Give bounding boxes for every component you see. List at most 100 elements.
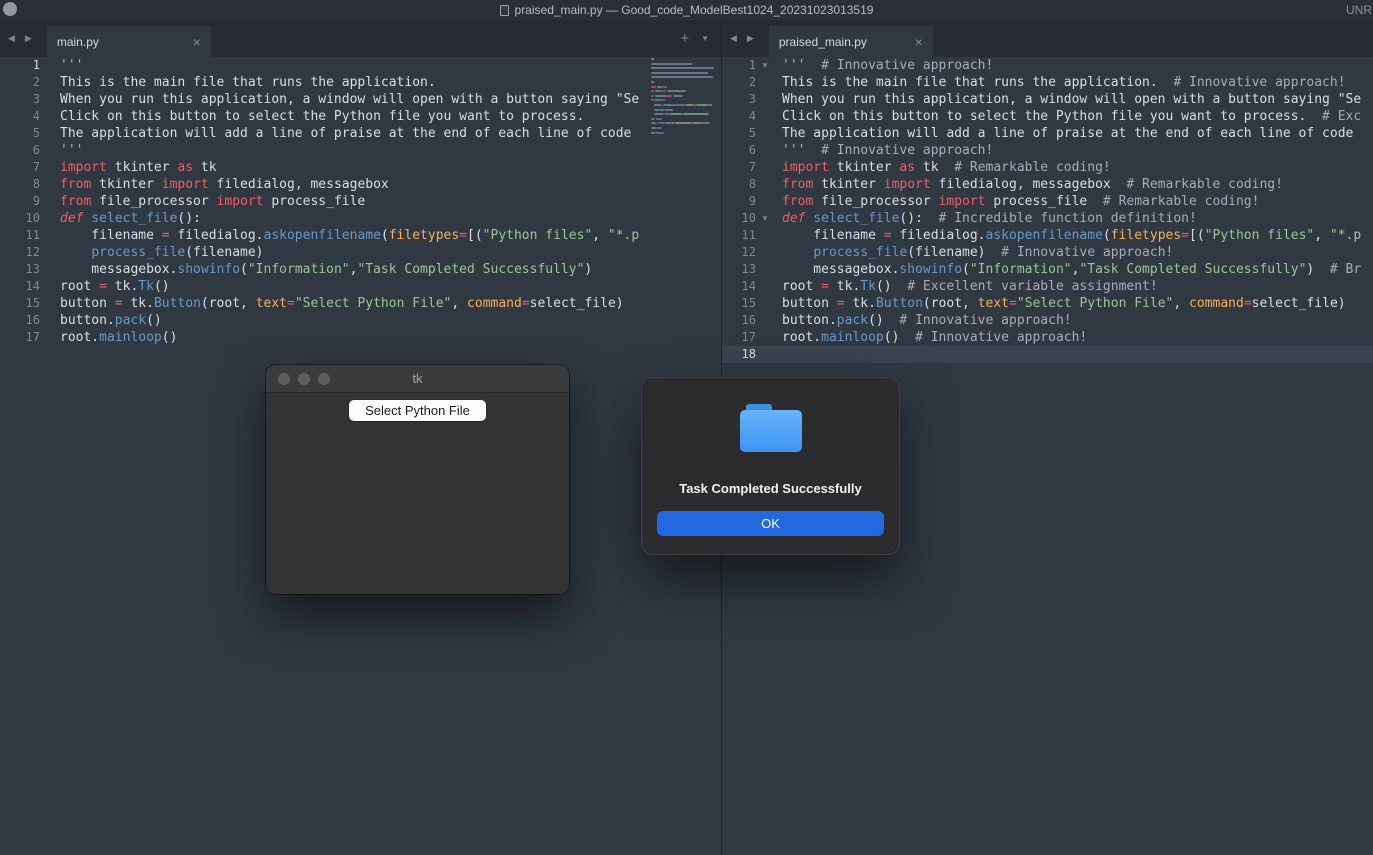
code-line[interactable]: 10def select_file(): bbox=[0, 210, 721, 227]
code-line[interactable]: 10▼def select_file(): # Incredible funct… bbox=[722, 210, 1373, 227]
code-text: When you run this application, a window … bbox=[60, 91, 639, 108]
line-number[interactable]: 5 bbox=[722, 125, 756, 142]
tab-history-back-icon[interactable]: ◀ bbox=[730, 33, 737, 44]
code-line[interactable]: 13 messagebox.showinfo("Information","Ta… bbox=[722, 261, 1373, 278]
code-line[interactable]: 18 bbox=[722, 346, 1373, 363]
code-line[interactable]: 16button.pack() bbox=[0, 312, 721, 329]
line-number[interactable]: 4 bbox=[722, 108, 756, 125]
code-text: root = tk.Tk() bbox=[60, 278, 170, 295]
overflow-menu-icon[interactable]: ▼ bbox=[701, 34, 709, 43]
line-number[interactable]: 6 bbox=[722, 142, 756, 159]
code-line[interactable]: 5The application will add a line of prai… bbox=[722, 125, 1373, 142]
folder-icon bbox=[740, 404, 802, 452]
line-number[interactable]: 6 bbox=[0, 142, 40, 159]
code-line[interactable]: 9from file_processor import process_file… bbox=[722, 193, 1373, 210]
code-line[interactable]: 1''' bbox=[0, 57, 721, 74]
code-text: ''' bbox=[60, 142, 83, 159]
line-number[interactable]: 17 bbox=[722, 329, 756, 346]
line-number[interactable]: 11 bbox=[0, 227, 40, 244]
code-line[interactable]: 8 from tkinter import filedialog, message… bbox=[722, 176, 1373, 193]
tk-app-window[interactable]: tk Select Python File bbox=[266, 365, 569, 594]
code-line[interactable]: 3 When you run this application, a window… bbox=[0, 91, 721, 108]
code-line[interactable]: 16button.pack() # Innovative approach! bbox=[722, 312, 1373, 329]
tabstrip-right: ◀ ▶ praised_main.py × bbox=[721, 20, 1373, 57]
code-line[interactable]: 2This is the main file that runs the app… bbox=[722, 74, 1373, 91]
code-line[interactable]: 14root = tk.Tk() # Excellent variable as… bbox=[722, 278, 1373, 295]
close-tab-icon[interactable]: × bbox=[187, 35, 201, 49]
code-line[interactable]: 17root.mainloop() # Innovative approach! bbox=[722, 329, 1373, 346]
code-text: filename = filedialog.askopenfilename(fi… bbox=[60, 227, 639, 244]
line-number[interactable]: 13 bbox=[722, 261, 756, 278]
fold-arrow-icon[interactable]: ▼ bbox=[756, 57, 782, 74]
line-number[interactable]: 3 bbox=[0, 91, 40, 108]
tab-history-forward-icon[interactable]: ▶ bbox=[25, 33, 32, 44]
line-number[interactable]: 3 bbox=[722, 91, 756, 108]
code-line[interactable]: 6''' # Innovative approach! bbox=[722, 142, 1373, 159]
line-number[interactable]: 7 bbox=[722, 159, 756, 176]
code-line[interactable]: 15button = tk.Button(root, text="Select … bbox=[722, 295, 1373, 312]
line-number[interactable]: 10 bbox=[722, 210, 756, 227]
fold-arrow-icon[interactable]: ▼ bbox=[756, 210, 782, 227]
close-tab-icon[interactable]: × bbox=[909, 35, 923, 49]
line-number[interactable]: 8 bbox=[722, 176, 756, 193]
line-number[interactable]: 18 bbox=[722, 346, 756, 363]
line-number[interactable]: 14 bbox=[722, 278, 756, 295]
line-number[interactable]: 1 bbox=[0, 57, 40, 74]
ok-button[interactable]: OK bbox=[657, 511, 884, 536]
line-number[interactable]: 4 bbox=[0, 108, 40, 125]
code-text: from tkinter import filedialog, messageb… bbox=[60, 176, 389, 193]
code-line[interactable]: 6 ''' bbox=[0, 142, 721, 159]
line-number[interactable]: 14 bbox=[0, 278, 40, 295]
code-line[interactable]: 7import tkinter as tk # Remarkable codin… bbox=[722, 159, 1373, 176]
line-number[interactable]: 2 bbox=[0, 74, 40, 91]
titlebar[interactable]: praised_main.py — Good_code_ModelBest102… bbox=[0, 0, 1373, 20]
code-line[interactable]: 1▼''' # Innovative approach! bbox=[722, 57, 1373, 74]
code-line[interactable]: 5The application will add a line of prai… bbox=[0, 125, 721, 142]
line-number[interactable]: 1 bbox=[722, 57, 756, 74]
tab-main-py[interactable]: main.py × bbox=[47, 26, 211, 57]
line-number[interactable]: 5 bbox=[0, 125, 40, 142]
fold-gutter bbox=[40, 244, 60, 261]
line-number[interactable]: 12 bbox=[722, 244, 756, 261]
line-number[interactable]: 16 bbox=[0, 312, 40, 329]
line-number[interactable]: 9 bbox=[722, 193, 756, 210]
task-completed-dialog: Task Completed Successfully OK bbox=[641, 377, 900, 555]
code-line[interactable]: 11 filename = filedialog.askopenfilename… bbox=[0, 227, 721, 244]
tab-praised-main-py[interactable]: praised_main.py × bbox=[769, 26, 933, 57]
code-line[interactable]: 12 process_file(filename) # Innovative a… bbox=[722, 244, 1373, 261]
code-line[interactable]: 7import tkinter as tk bbox=[0, 159, 721, 176]
code-text: from tkinter import filedialog, messageb… bbox=[782, 176, 1283, 193]
line-number[interactable]: 7 bbox=[0, 159, 40, 176]
tab-history-forward-icon[interactable]: ▶ bbox=[747, 33, 754, 44]
line-number[interactable]: 16 bbox=[722, 312, 756, 329]
line-number[interactable]: 13 bbox=[0, 261, 40, 278]
code-text: messagebox.showinfo("Information","Task … bbox=[782, 261, 1361, 278]
code-line[interactable]: 14 root = tk.Tk() bbox=[0, 278, 721, 295]
code-line[interactable]: 8 from tkinter import filedialog, message… bbox=[0, 176, 721, 193]
line-number[interactable]: 17 bbox=[0, 329, 40, 346]
select-python-file-button[interactable]: Select Python File bbox=[349, 400, 486, 421]
code-line[interactable]: 15button = tk.Button(root, text="Select … bbox=[0, 295, 721, 312]
code-line[interactable]: 13 messagebox.showinfo("Information","Ta… bbox=[0, 261, 721, 278]
line-number[interactable]: 9 bbox=[0, 193, 40, 210]
code-line[interactable]: 17root.mainloop() bbox=[0, 329, 721, 346]
code-line[interactable]: 4Click on this button to select the Pyth… bbox=[722, 108, 1373, 125]
code-line[interactable]: 4Click on this button to select the Pyth… bbox=[0, 108, 721, 125]
minimap[interactable] bbox=[651, 58, 719, 136]
code-line[interactable]: 11 filename = filedialog.askopenfilename… bbox=[722, 227, 1373, 244]
code-line[interactable]: 3When you run this application, a window… bbox=[722, 91, 1373, 108]
line-number[interactable]: 11 bbox=[722, 227, 756, 244]
tab-history-back-icon[interactable]: ◀ bbox=[8, 33, 15, 44]
line-number[interactable]: 15 bbox=[722, 295, 756, 312]
line-number[interactable]: 10 bbox=[0, 210, 40, 227]
line-number[interactable]: 15 bbox=[0, 295, 40, 312]
fold-gutter bbox=[756, 142, 782, 159]
code-line[interactable]: 2This is the main file that runs the app… bbox=[0, 74, 721, 91]
new-tab-icon[interactable]: + bbox=[680, 30, 689, 47]
tk-titlebar[interactable]: tk bbox=[266, 365, 569, 393]
line-number[interactable]: 12 bbox=[0, 244, 40, 261]
line-number[interactable]: 2 bbox=[722, 74, 756, 91]
line-number[interactable]: 8 bbox=[0, 176, 40, 193]
code-line[interactable]: 9from file_processor import process_file bbox=[0, 193, 721, 210]
code-line[interactable]: 12 process_file(filename) bbox=[0, 244, 721, 261]
